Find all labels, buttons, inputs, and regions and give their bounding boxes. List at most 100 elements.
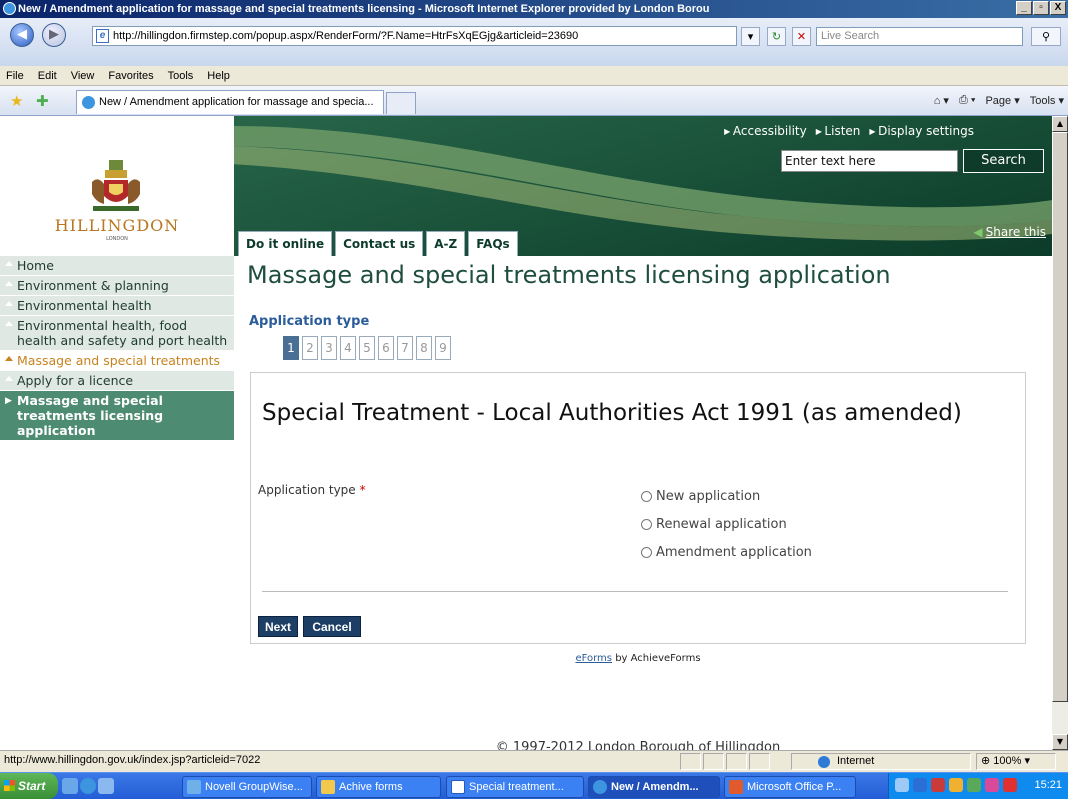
tray-icon[interactable]	[949, 778, 963, 792]
menu-bar: File Edit View Favorites Tools Help	[0, 66, 1068, 86]
form-divider	[262, 591, 1008, 592]
maximize-button[interactable]: ▫	[1033, 1, 1049, 15]
task-label: New / Amendm...	[611, 781, 699, 793]
tray-icon[interactable]	[1003, 778, 1017, 792]
radio-new-application[interactable]: New application	[641, 489, 760, 504]
sidebar-item-apply-licence[interactable]: Apply for a licence	[0, 371, 234, 391]
chevron-down-icon: ▾	[1021, 755, 1030, 767]
tray-icon[interactable]	[985, 778, 999, 792]
radio-circle[interactable]	[641, 547, 652, 558]
tab-current[interactable]: New / Amendment application for massage …	[76, 90, 384, 114]
status-segment	[726, 753, 747, 770]
task-groupwise[interactable]: Novell GroupWise...	[182, 776, 312, 798]
system-tray: 15:21	[888, 773, 1068, 799]
next-button[interactable]: Next	[258, 616, 298, 637]
ie-icon	[593, 780, 607, 794]
listen-link[interactable]: Listen	[816, 124, 860, 138]
radio-circle[interactable]	[641, 491, 652, 502]
clock[interactable]: 15:21	[1034, 779, 1062, 791]
refresh-button[interactable]: ↻	[767, 27, 786, 46]
menu-edit[interactable]: Edit	[38, 70, 57, 82]
sidebar-item-home[interactable]: Home	[0, 256, 234, 276]
radio-renewal-application[interactable]: Renewal application	[641, 517, 787, 532]
tab-do-it-online[interactable]: Do it online	[238, 231, 333, 256]
tab-contact-us[interactable]: Contact us	[335, 231, 424, 256]
status-segment	[749, 753, 770, 770]
status-bar: http://www.hillingdon.gov.uk/index.jsp?a…	[0, 750, 1068, 772]
step-8[interactable]: 8	[416, 336, 432, 360]
copyright-text: © 1997-2012 London Borough of Hillingdon	[495, 740, 781, 750]
menu-favorites[interactable]: Favorites	[108, 70, 153, 82]
back-button[interactable]: ◀	[10, 23, 34, 47]
step-5[interactable]: 5	[359, 336, 375, 360]
groupwise-icon	[187, 780, 201, 794]
scroll-thumb[interactable]	[1052, 132, 1068, 702]
forward-button[interactable]: ▶	[42, 23, 66, 47]
menu-view[interactable]: View	[71, 70, 95, 82]
add-favorites-icon[interactable]: ✚	[36, 92, 49, 110]
quicklaunch-icon[interactable]	[98, 778, 114, 794]
address-dropdown-button[interactable]: ▾	[741, 27, 760, 46]
task-microsoft-office[interactable]: Microsoft Office P...	[724, 776, 856, 798]
share-this-link[interactable]: Share this	[973, 225, 1046, 239]
sidebar-item-environmental-health[interactable]: Environmental health	[0, 296, 234, 316]
menu-tools[interactable]: Tools	[168, 70, 194, 82]
task-special-treatment[interactable]: Special treatment...	[446, 776, 584, 798]
cancel-button[interactable]: Cancel	[303, 616, 361, 637]
menu-file[interactable]: File	[6, 70, 24, 82]
step-2[interactable]: 2	[302, 336, 318, 360]
home-icon[interactable]: ⌂ ▾	[934, 94, 949, 107]
live-search-input[interactable]: Live Search	[816, 27, 1023, 46]
hillingdon-logo[interactable]: HILLINGDON LONDON	[0, 116, 234, 256]
window-title-bar: New / Amendment application for massage …	[0, 0, 1068, 18]
sidebar-item-massage-treatments[interactable]: Massage and special treatments	[0, 351, 234, 371]
page-menu[interactable]: Page ▾	[985, 94, 1019, 107]
radio-amendment-application[interactable]: Amendment application	[641, 545, 812, 560]
page-title: Massage and special treatments licensing…	[247, 261, 891, 289]
step-4[interactable]: 4	[340, 336, 356, 360]
scroll-down-arrow-icon[interactable]: ▼	[1052, 734, 1068, 750]
tray-icon[interactable]	[967, 778, 981, 792]
quicklaunch-icon[interactable]	[62, 778, 78, 794]
start-button[interactable]: Start	[0, 773, 58, 799]
sidebar-item-food-health-safety[interactable]: Environmental health, food health and sa…	[0, 316, 234, 351]
tools-menu[interactable]: Tools ▾	[1030, 94, 1064, 107]
search-icon[interactable]: ⚲	[1031, 27, 1061, 46]
tab-a-z[interactable]: A-Z	[426, 231, 466, 256]
sidebar-item-licensing-application[interactable]: Massage and special treatments licensing…	[0, 391, 234, 441]
step-3[interactable]: 3	[321, 336, 337, 360]
vertical-scrollbar[interactable]: ▲ ▼	[1052, 116, 1068, 750]
print-icon[interactable]: ⎙ ▾	[959, 94, 975, 107]
step-6[interactable]: 6	[378, 336, 394, 360]
page-icon: e	[96, 29, 109, 43]
step-9[interactable]: 9	[435, 336, 451, 360]
address-bar[interactable]: e http://hillingdon.firmstep.com/popup.a…	[92, 26, 737, 46]
close-button[interactable]: X	[1050, 1, 1066, 15]
ie-quicklaunch-icon[interactable]	[80, 778, 96, 794]
tray-icon[interactable]	[913, 778, 927, 792]
security-zone[interactable]: Internet	[791, 753, 971, 770]
radio-circle[interactable]	[641, 519, 652, 530]
tab-faqs[interactable]: FAQs	[468, 231, 518, 256]
step-7[interactable]: 7	[397, 336, 413, 360]
sidebar-item-environment-planning[interactable]: Environment & planning	[0, 276, 234, 296]
menu-help[interactable]: Help	[207, 70, 230, 82]
scroll-up-arrow-icon[interactable]: ▲	[1052, 116, 1068, 132]
zoom-level[interactable]: ⊕ 100% ▾	[976, 753, 1056, 770]
step-1[interactable]: 1	[283, 336, 299, 360]
favorites-star-icon[interactable]: ★	[10, 92, 23, 110]
site-search-input[interactable]: Enter text here	[781, 150, 958, 172]
tray-icon[interactable]	[895, 778, 909, 792]
status-url: http://www.hillingdon.gov.uk/index.jsp?a…	[4, 754, 261, 766]
tray-icon[interactable]	[931, 778, 945, 792]
new-tab-button[interactable]	[386, 92, 416, 114]
minimize-button[interactable]: _	[1016, 1, 1032, 15]
task-label: Achive forms	[339, 781, 403, 793]
accessibility-link[interactable]: Accessibility	[724, 124, 807, 138]
eforms-link[interactable]: eForms	[575, 653, 612, 664]
stop-button[interactable]: ✕	[792, 27, 811, 46]
site-search-button[interactable]: Search	[963, 149, 1044, 173]
display-settings-link[interactable]: Display settings	[869, 124, 974, 138]
task-achive-forms[interactable]: Achive forms	[316, 776, 441, 798]
task-new-amendment[interactable]: New / Amendm...	[588, 776, 720, 798]
